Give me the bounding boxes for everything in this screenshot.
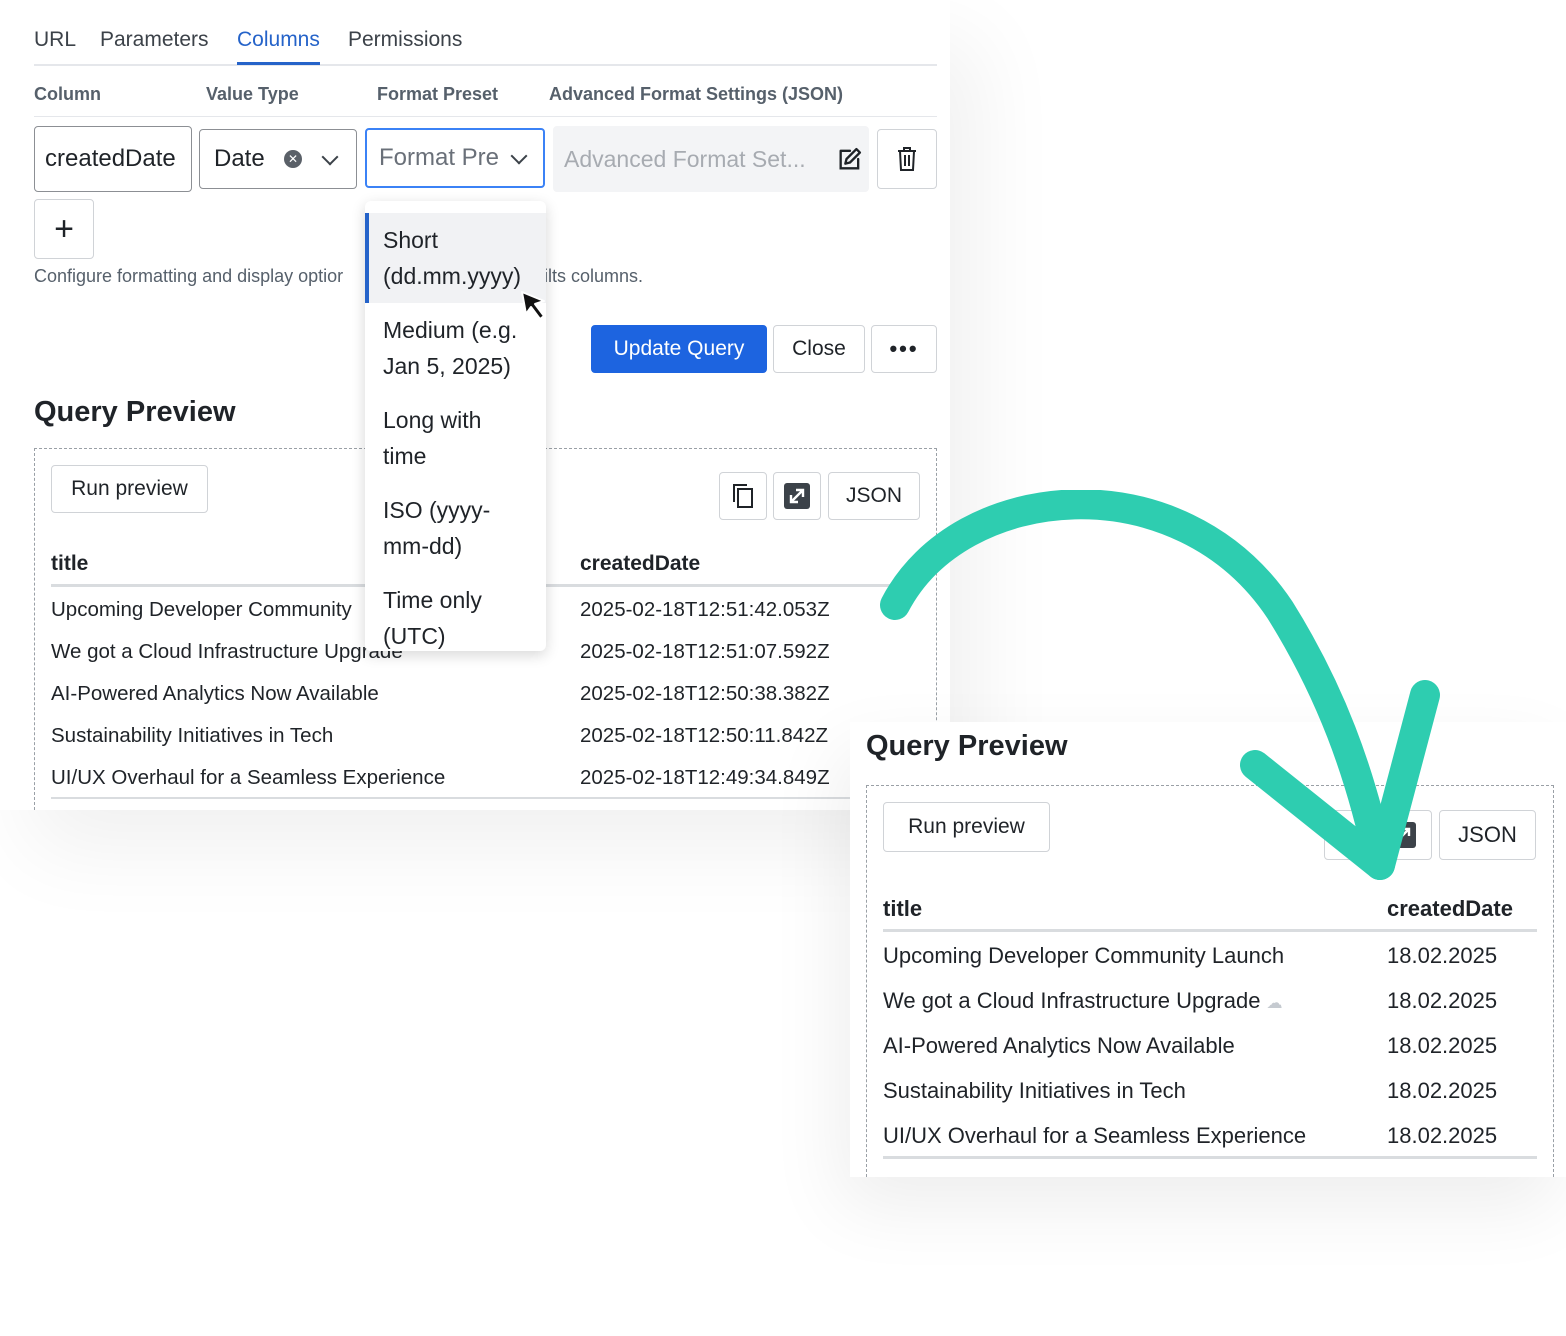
format-preset-dropdown: Short (dd.mm.yyyy) Medium (e.g. Jan 5, 2… [365,201,546,651]
chevron-down-icon [510,147,528,165]
delete-button[interactable] [877,129,937,189]
cell-title: UI/UX Overhaul for a Seamless Experience [51,766,446,789]
update-query-button[interactable]: Update Query [591,325,767,373]
format-preset-placeholder: Format Pre [379,144,500,171]
cell-title: Sustainability Initiatives in Tech [51,724,334,747]
option-label: Time only [383,587,482,613]
close-button[interactable]: Close [773,325,865,373]
option-label: (dd.mm.yyyy) [383,263,521,289]
advanced-format-placeholder: Advanced Format Set... [564,145,806,172]
help-text: Configure formatting and display optior … [34,266,643,287]
header-advanced-format: Advanced Format Settings (JSON) [549,84,844,104]
expand-icon [784,483,810,509]
column-header-createddate: createdDate [580,552,701,575]
option-iso[interactable]: ISO (yyyy- mm-dd) [365,492,546,564]
cell-title: UI/UX Overhaul for a Seamless Experience [883,1123,1307,1148]
cell-date: 18.02.2025 [1387,988,1498,1013]
cell-title: We got a Cloud Infrastructure Upgrade ☁ [883,988,1282,1014]
cell-title-text: We got a Cloud Infrastructure Upgrade [883,988,1261,1013]
header-divider [34,116,937,117]
copy-button[interactable] [719,472,767,520]
cell-title: Sustainability Initiatives in Tech [883,1078,1186,1103]
help-text-suffix: ilts columns. [544,266,644,286]
transition-arrow-icon [880,490,1440,880]
cell-date: 18.02.2025 [1387,1123,1498,1148]
column-header-title: title [51,552,89,575]
cell-title: Upcoming Developer Community Launch [883,943,1285,968]
more-options-button[interactable]: ••• [871,325,937,373]
cell-title: AI-Powered Analytics Now Available [883,1033,1235,1058]
expand-button[interactable] [773,472,821,520]
option-label: ISO (yyyy- [383,497,491,523]
edit-icon[interactable] [836,145,864,173]
option-short[interactable]: Short (dd.mm.yyyy) [365,213,546,303]
option-medium[interactable]: Medium (e.g. Jan 5, 2025) [365,312,546,384]
header-value-type: Value Type [206,84,299,104]
column-name-input[interactable]: createdDate [34,126,192,192]
tab-columns[interactable]: Columns [237,28,320,65]
clear-icon[interactable]: ✕ [284,150,302,168]
cell-date: 2025-02-18T12:50:38.382Z [580,682,830,705]
column-header-createddate: createdDate [1387,896,1513,921]
json-button-result[interactable]: JSON [1439,810,1536,860]
tab-permissions[interactable]: Permissions [348,28,462,62]
column-header-title: title [883,896,923,921]
cell-title: We got a Cloud Infrastructure Upgrade [51,640,403,663]
chevron-down-icon [321,148,339,166]
cell-date: 2025-02-18T12:51:07.592Z [580,640,830,663]
table-header-divider [883,929,1537,932]
run-preview-button[interactable]: Run preview [51,465,208,513]
cell-date: 18.02.2025 [1387,943,1498,968]
cell-date: 2025-02-18T12:50:11.842Z [580,724,829,747]
option-label: (UTC) [383,623,446,649]
table-bottom-border [51,797,897,799]
cell-date: 2025-02-18T12:49:34.849Z [580,766,830,789]
table-bottom-border [883,1156,1537,1159]
option-time-only[interactable]: Time only (UTC) [365,582,546,651]
option-label: time [383,443,427,469]
copy-icon [733,484,753,508]
cell-date: 18.02.2025 [1387,1078,1498,1103]
cell-title: AI-Powered Analytics Now Available [51,682,379,705]
query-preview-title: Query Preview [34,396,236,428]
value-type-select[interactable]: Date ✕ [199,129,357,189]
option-label: mm-dd) [383,533,463,559]
value-type-value: Date [214,145,265,172]
tab-parameters[interactable]: Parameters [100,28,209,62]
cell-title: Upcoming Developer Community [51,598,352,621]
help-text-prefix: Configure formatting and display optior [34,266,344,286]
option-label: Long with [383,407,482,433]
mouse-cursor-icon [521,291,545,320]
header-column: Column [34,84,101,104]
option-long-with-time[interactable]: Long with time [365,402,546,474]
trash-icon [898,147,916,171]
cloud-icon: ☁ [1266,995,1283,1012]
option-label: Jan 5, 2025) [383,353,511,379]
column-name-value: createdDate [45,145,176,172]
add-column-button[interactable]: + [34,199,94,259]
format-preset-select[interactable]: Format Pre [365,128,545,188]
option-label: Medium (e.g. [383,317,518,343]
header-format-preset: Format Preset [377,84,499,104]
cell-date: 2025-02-18T12:51:42.053Z [580,598,830,621]
option-label: Short [383,227,438,253]
plus-icon: + [54,209,74,248]
tab-url[interactable]: URL [34,28,76,62]
advanced-format-input[interactable]: Advanced Format Set... [553,126,869,192]
tab-bar: URL Parameters Columns Permissions [34,24,937,66]
cell-date: 18.02.2025 [1387,1033,1498,1058]
